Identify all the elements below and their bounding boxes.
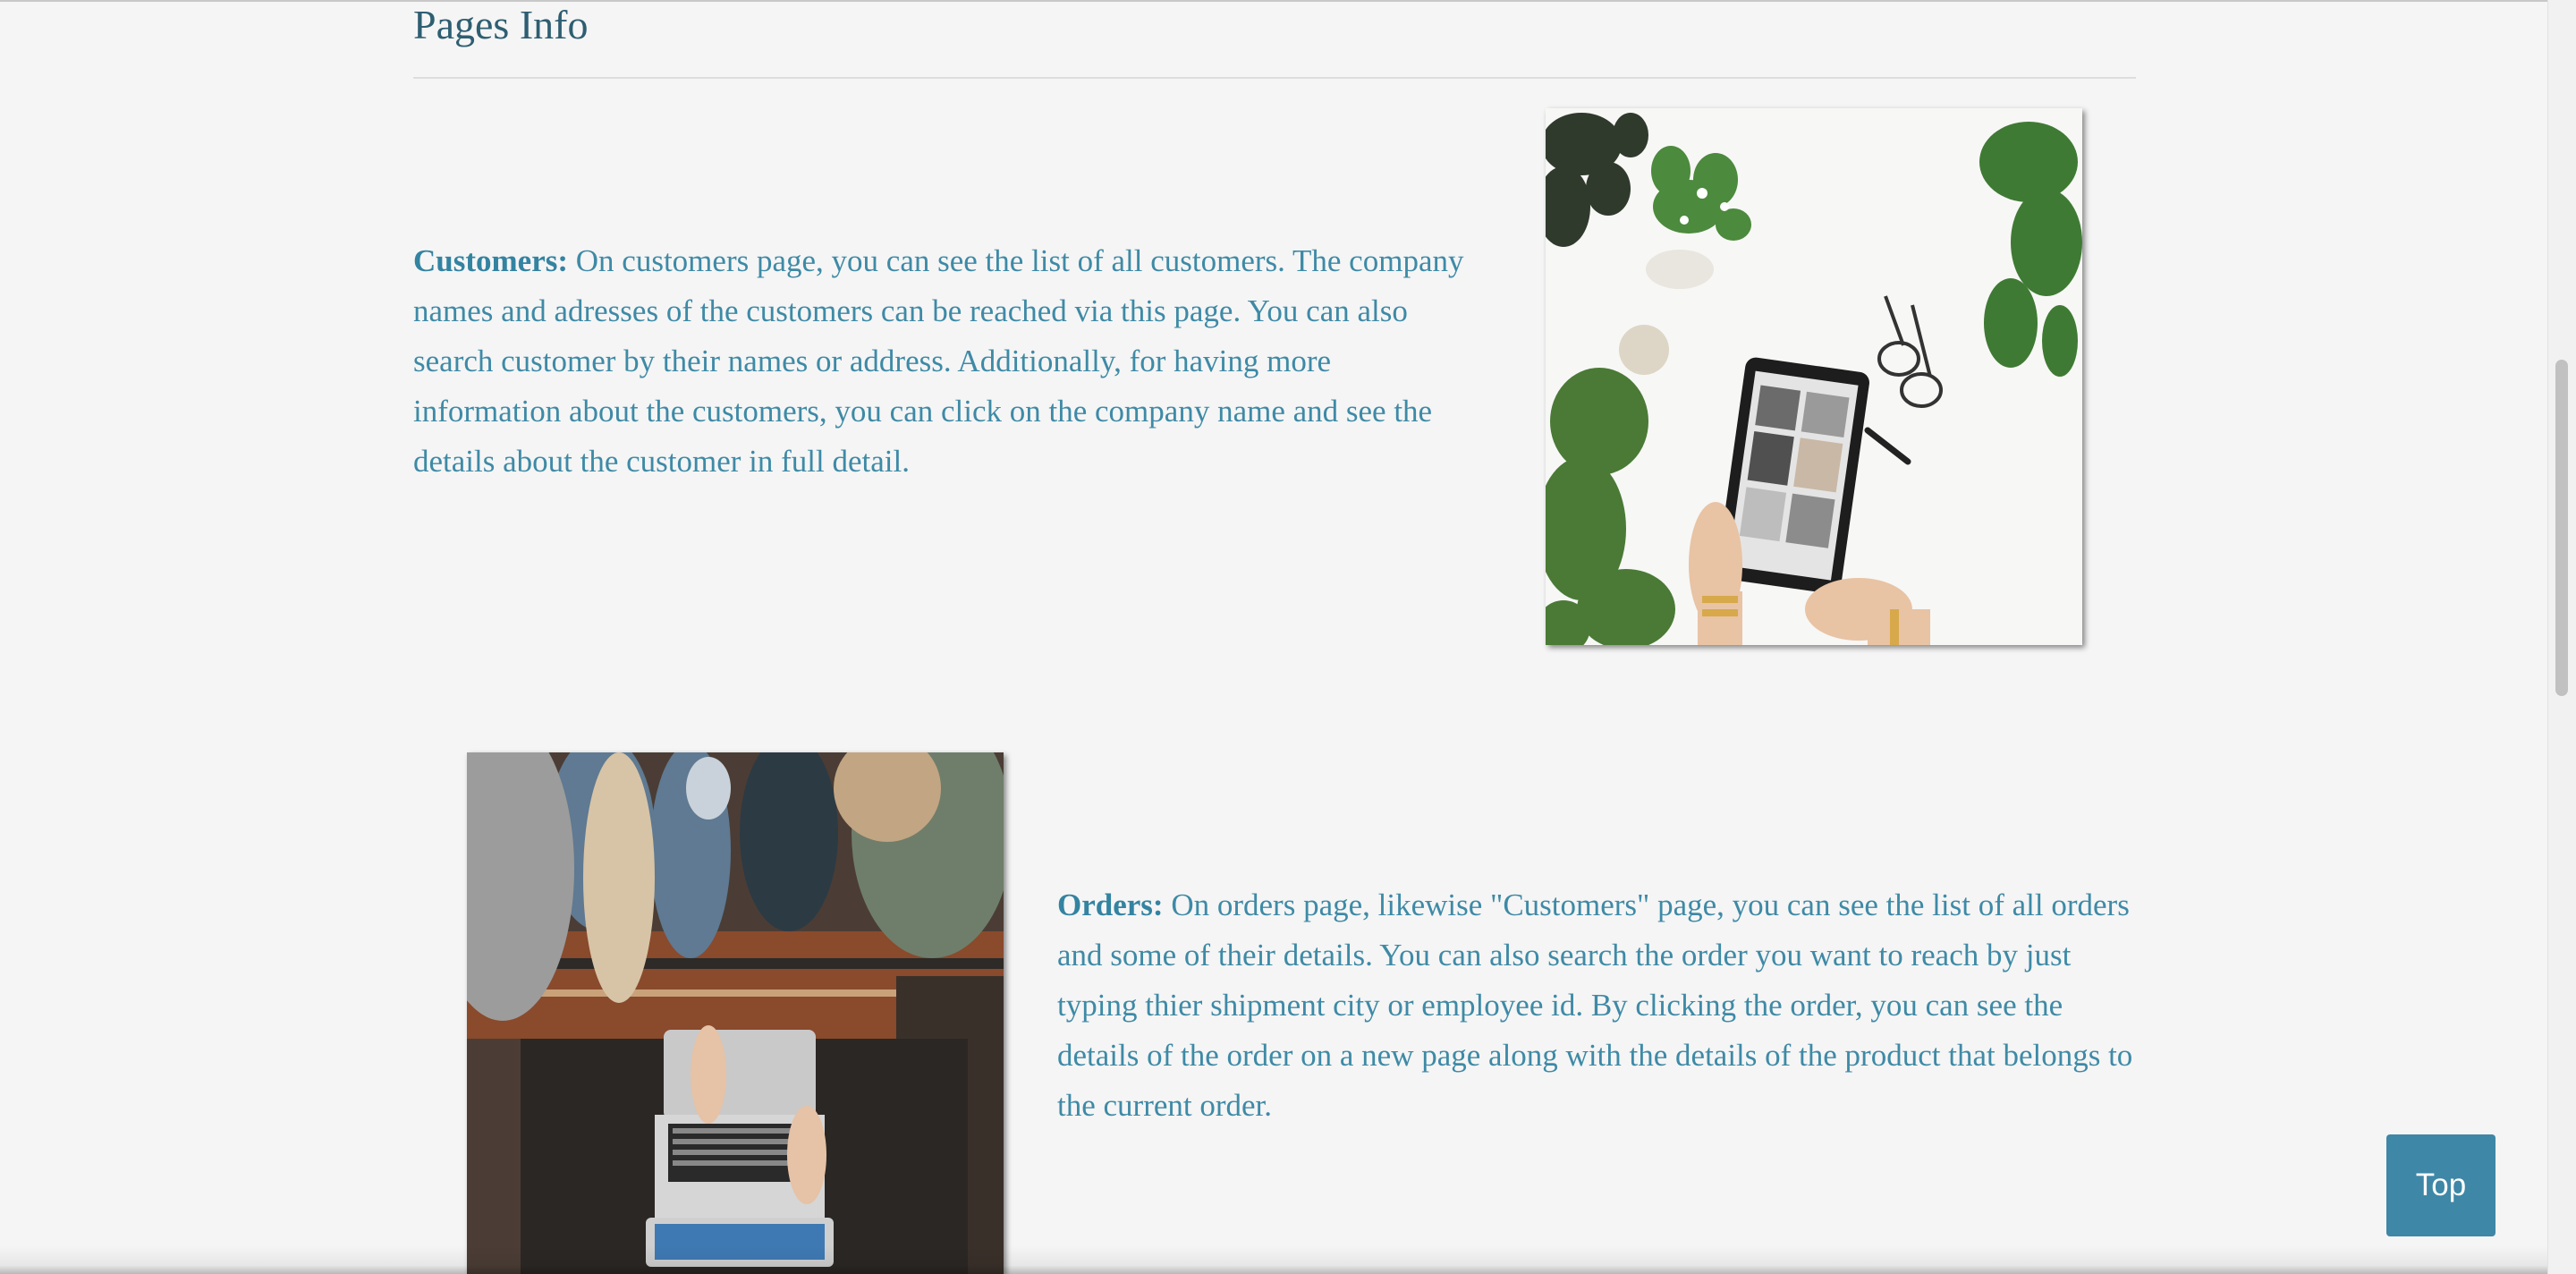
heading-divider: [413, 77, 2136, 79]
customers-description: Customers: On customers page, you can se…: [413, 236, 1482, 487]
customers-label: Customers:: [413, 243, 569, 278]
orders-description: Orders: On orders page, likewise "Custom…: [1057, 880, 2144, 1131]
customers-image: [1546, 108, 2082, 645]
scrollbar-thumb[interactable]: [2555, 360, 2568, 696]
scroll-to-top-button[interactable]: Top: [2386, 1134, 2496, 1236]
orders-label: Orders:: [1057, 888, 1164, 922]
window-bottom-edge: [0, 1245, 2547, 1274]
top-border: [0, 0, 2576, 2]
customers-text: On customers page, you can see the list …: [413, 243, 1464, 479]
page: Pages Info Customers: On customers page,…: [0, 0, 2576, 1274]
section-heading: Pages Info: [413, 2, 589, 47]
orders-text: On orders page, likewise "Customers" pag…: [1057, 888, 2133, 1123]
laptop-group-illustration: [467, 752, 1004, 1274]
orders-image: [467, 752, 1004, 1274]
tablet-with-plants-illustration: [1546, 108, 2082, 645]
